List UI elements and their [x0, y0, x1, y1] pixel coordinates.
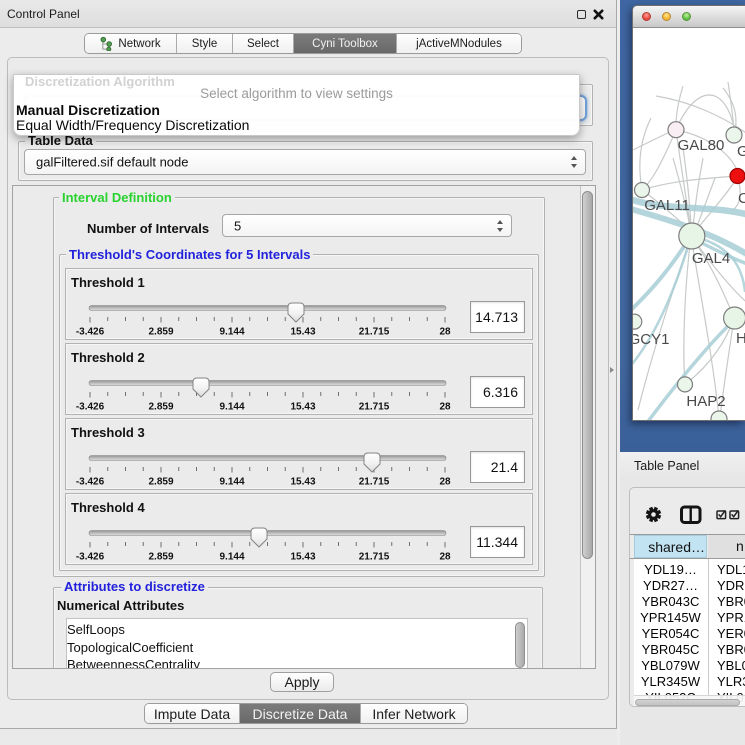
- svg-text:HIS: HIS: [736, 330, 745, 347]
- svg-text:2.859: 2.859: [148, 327, 173, 338]
- svg-text:GAL11: GAL11: [644, 197, 690, 214]
- svg-text:15.43: 15.43: [290, 477, 315, 488]
- svg-text:GCY1: GCY1: [633, 331, 669, 348]
- svg-text:15.43: 15.43: [290, 327, 315, 338]
- svg-text:15.43: 15.43: [290, 402, 315, 413]
- svg-text:GAL80: GAL80: [678, 137, 725, 154]
- svg-text:28: 28: [439, 402, 451, 413]
- svg-text:28: 28: [439, 552, 451, 563]
- svg-text:21.715: 21.715: [359, 552, 390, 563]
- svg-text:CY: CY: [738, 190, 745, 207]
- svg-text:2.859: 2.859: [148, 402, 173, 413]
- svg-text:15.43: 15.43: [290, 552, 315, 563]
- svg-text:9.144: 9.144: [219, 552, 244, 563]
- svg-text:21.715: 21.715: [359, 402, 390, 413]
- svg-text:9.144: 9.144: [219, 402, 244, 413]
- svg-text:28: 28: [439, 477, 451, 488]
- svg-text:-3.426: -3.426: [76, 402, 105, 413]
- svg-text:HAP2: HAP2: [686, 393, 725, 410]
- svg-text:9.144: 9.144: [219, 477, 244, 488]
- svg-text:-3.426: -3.426: [76, 477, 105, 488]
- svg-text:21.715: 21.715: [359, 327, 390, 338]
- svg-text:28: 28: [439, 327, 451, 338]
- svg-text:GAL: GAL: [737, 143, 745, 160]
- svg-text:2.859: 2.859: [148, 477, 173, 488]
- svg-text:9.144: 9.144: [219, 327, 244, 338]
- svg-text:21.715: 21.715: [359, 477, 390, 488]
- svg-text:2.859: 2.859: [148, 552, 173, 563]
- svg-text:-3.426: -3.426: [76, 552, 105, 563]
- svg-text:GAL4: GAL4: [692, 250, 730, 267]
- svg-text:-3.426: -3.426: [76, 327, 105, 338]
